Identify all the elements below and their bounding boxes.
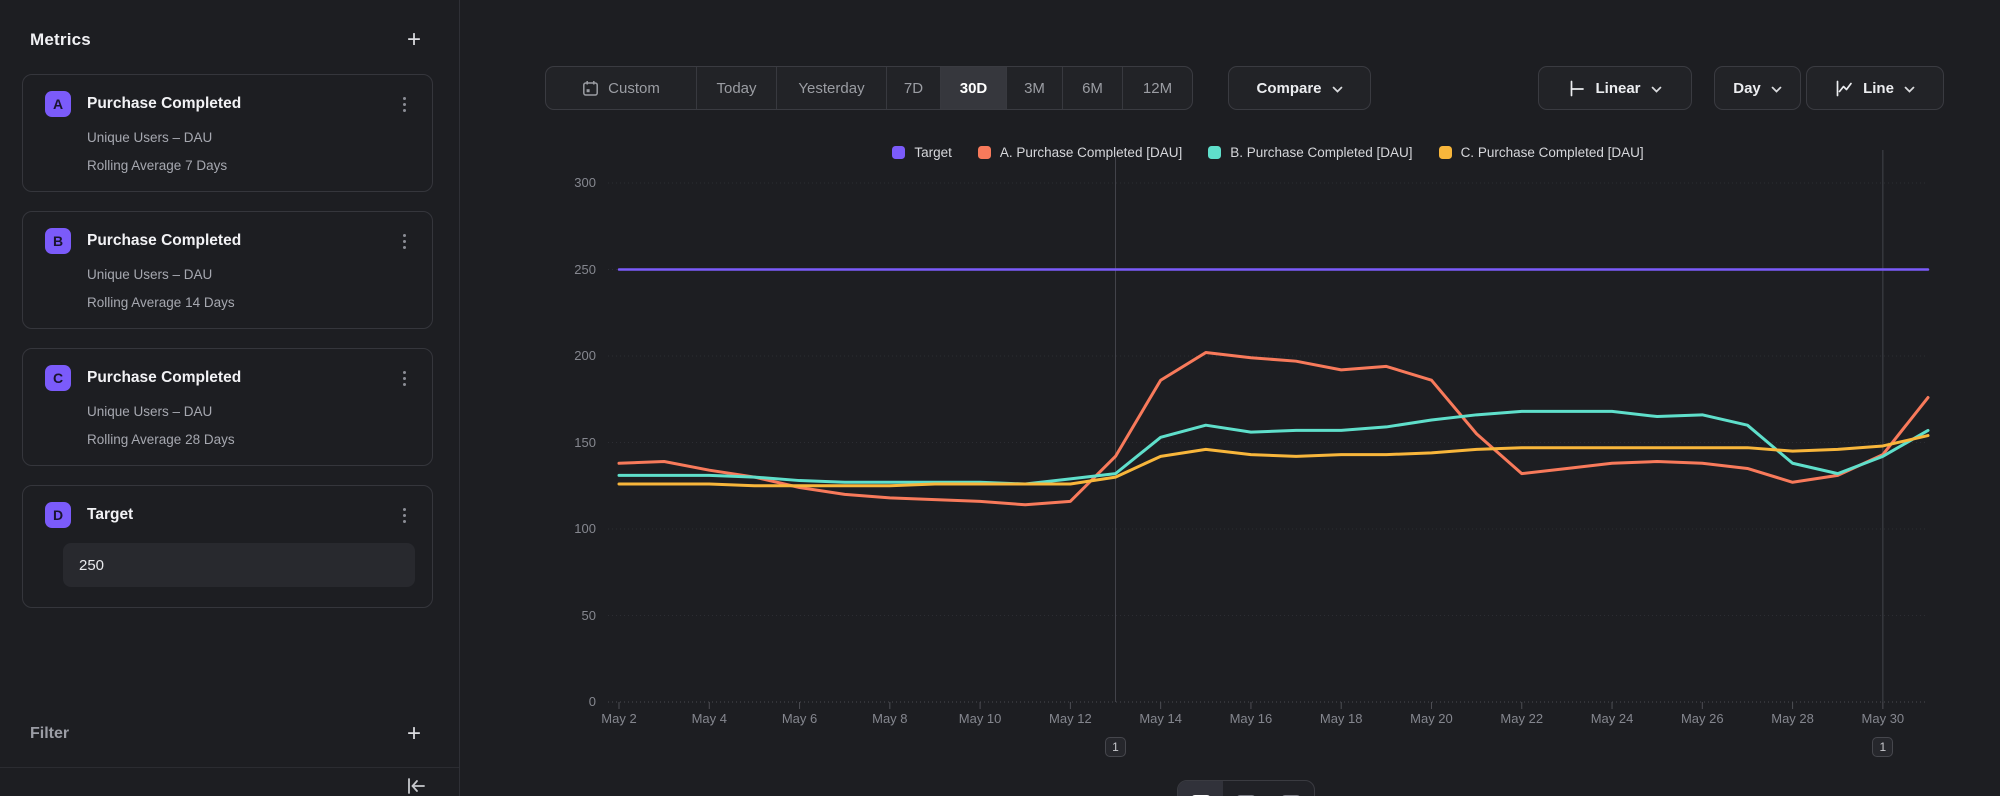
x-axis-label: May 26	[1662, 711, 1742, 726]
annotation-badge[interactable]: 1	[1872, 737, 1893, 757]
target-value-input[interactable]: 250	[63, 543, 415, 587]
x-axis-label: May 14	[1121, 711, 1201, 726]
y-axis-label: 100	[520, 521, 596, 536]
y-axis-label: 0	[520, 694, 596, 709]
add-metric-button[interactable]: +	[405, 30, 423, 50]
x-axis-label: May 10	[940, 711, 1020, 726]
metric-badge-c: C	[45, 365, 71, 391]
chart-view-button[interactable]	[1178, 781, 1223, 796]
analytics-app: Metrics + A Purchase Completed Unique Us…	[0, 0, 2000, 796]
y-axis-label: 150	[520, 435, 596, 450]
chart-canvas	[460, 0, 2000, 796]
y-axis-label: 250	[520, 262, 596, 277]
line-chart: 1 1 0 50 100 150 200 250 300 May 2 May 4 May 6 May 8…	[460, 0, 2000, 796]
metrics-title: Metrics	[30, 30, 91, 50]
x-axis-label: May 12	[1030, 711, 1110, 726]
metric-badge-b: B	[45, 228, 71, 254]
metric-badge-d: D	[45, 502, 71, 528]
metric-title: Purchase Completed	[87, 95, 397, 113]
metric-view-button[interactable]	[1269, 781, 1314, 796]
metric-title: Purchase Completed	[87, 232, 397, 250]
chart-panel: Custom Today Yesterday 7D 30D 3M 6M 12M …	[460, 0, 2000, 796]
collapse-sidebar-button[interactable]	[405, 776, 427, 796]
x-axis-label: May 4	[669, 711, 749, 726]
series-line-c[interactable]	[619, 436, 1928, 486]
x-axis-label: May 8	[850, 711, 930, 726]
metric-card-a[interactable]: A Purchase Completed Unique Users – DAU …	[22, 74, 433, 192]
metric-card-c-header: C Purchase Completed	[45, 365, 412, 391]
add-filter-button[interactable]: +	[405, 724, 423, 744]
table-view-button[interactable]	[1223, 781, 1268, 796]
x-axis-label: May 24	[1572, 711, 1652, 726]
metric-title: Purchase Completed	[87, 369, 397, 387]
y-axis-label: 50	[520, 608, 596, 623]
metric-card-b-header: B Purchase Completed	[45, 228, 412, 254]
metric-card-b[interactable]: B Purchase Completed Unique Users – DAU …	[22, 211, 433, 329]
x-axis-label: May 28	[1753, 711, 1833, 726]
collapse-left-icon	[405, 784, 427, 796]
metric-measurement[interactable]: Unique Users – DAU	[87, 404, 412, 419]
sidebar-divider	[0, 767, 459, 768]
view-switcher	[1177, 780, 1315, 796]
filter-title: Filter	[30, 725, 69, 743]
target-card-header: D Target	[45, 502, 412, 528]
filter-section: Filter +	[30, 724, 423, 744]
x-axis-label: May 20	[1391, 711, 1471, 726]
y-axis-label: 300	[520, 175, 596, 190]
metric-measurement[interactable]: Unique Users – DAU	[87, 267, 412, 282]
metric-rolling-average[interactable]: Rolling Average 7 Days	[87, 158, 412, 173]
metric-rolling-average[interactable]: Rolling Average 14 Days	[87, 295, 412, 310]
x-axis-label: May 18	[1301, 711, 1381, 726]
target-card[interactable]: D Target 250	[22, 485, 433, 608]
metric-card-c[interactable]: C Purchase Completed Unique Users – DAU …	[22, 348, 433, 466]
metrics-sidebar: Metrics + A Purchase Completed Unique Us…	[0, 0, 460, 796]
x-axis-label: May 22	[1482, 711, 1562, 726]
metric-card-a-header: A Purchase Completed	[45, 91, 412, 117]
x-axis-label: May 2	[579, 711, 659, 726]
metric-rolling-average[interactable]: Rolling Average 28 Days	[87, 432, 412, 447]
target-title: Target	[87, 506, 397, 524]
y-axis-label: 200	[520, 348, 596, 363]
metric-badge-a: A	[45, 91, 71, 117]
x-axis-label: May 6	[760, 711, 840, 726]
x-axis-label: May 30	[1843, 711, 1923, 726]
annotation-badge[interactable]: 1	[1105, 737, 1126, 757]
metric-options-button[interactable]	[397, 93, 412, 116]
metrics-header: Metrics +	[30, 30, 423, 50]
metric-options-button[interactable]	[397, 230, 412, 253]
x-axis-label: May 16	[1211, 711, 1291, 726]
metric-options-button[interactable]	[397, 367, 412, 390]
target-options-button[interactable]	[397, 504, 412, 527]
metric-measurement[interactable]: Unique Users – DAU	[87, 130, 412, 145]
